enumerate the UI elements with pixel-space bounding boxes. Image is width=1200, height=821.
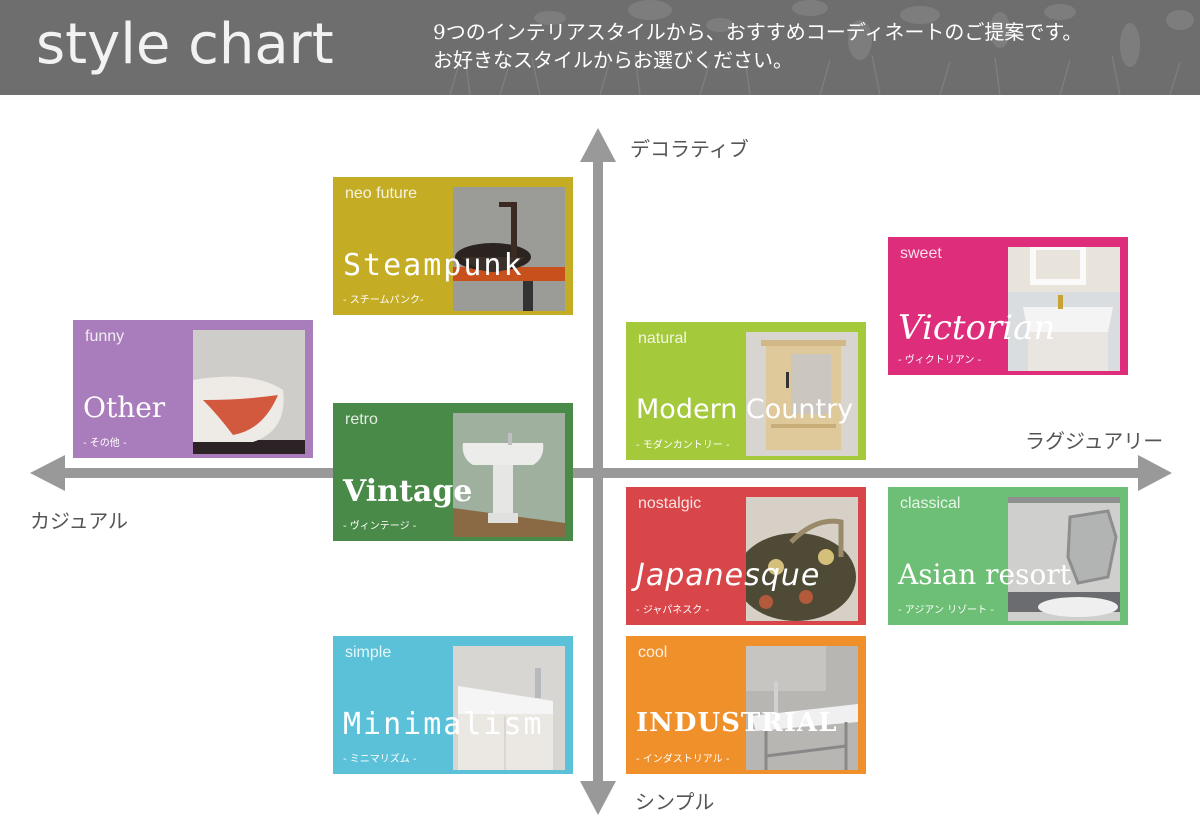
card-title: Modern Country bbox=[636, 394, 854, 425]
arrow-right-icon bbox=[1138, 455, 1172, 491]
card-kana: - ヴィンテージ - bbox=[343, 521, 417, 532]
card-subtitle: cool bbox=[638, 644, 668, 661]
style-card-modern-country[interactable]: natural Modern Country - モダンカントリー - bbox=[626, 322, 866, 460]
card-title: Japanesque bbox=[636, 558, 821, 593]
card-title: Steampunk bbox=[343, 248, 524, 283]
card-kana: - インダストリアル - bbox=[636, 754, 730, 765]
card-kana: - ミニマリズム - bbox=[343, 754, 417, 765]
card-subtitle: sweet bbox=[900, 245, 942, 262]
card-subtitle: simple bbox=[345, 644, 392, 661]
card-title: Vintage bbox=[343, 474, 473, 509]
card-kana: - アジアン リゾート - bbox=[898, 605, 994, 616]
style-card-victorian[interactable]: sweet Victorian - ヴィクトリアン - bbox=[888, 237, 1128, 375]
card-title: Victorian bbox=[898, 308, 1056, 348]
card-title: Minimalism bbox=[343, 707, 544, 742]
axis-label-right: ラグジュアリー bbox=[1025, 429, 1164, 453]
style-card-asian-resort[interactable]: classical Asian resort - アジアン リゾート - bbox=[888, 487, 1128, 625]
card-subtitle: nostalgic bbox=[638, 495, 702, 512]
card-subtitle: natural bbox=[638, 330, 687, 347]
card-kana: - ジャパネスク - bbox=[636, 605, 710, 616]
card-kana: - ヴィクトリアン - bbox=[898, 355, 982, 366]
photo-other bbox=[193, 330, 305, 454]
horizontal-axis-line bbox=[60, 468, 1145, 478]
card-title: INDUSTRIAL bbox=[636, 708, 838, 738]
style-card-vintage[interactable]: retro Vintage - ヴィンテージ - bbox=[333, 403, 573, 541]
card-title: Other bbox=[83, 391, 166, 424]
axis-label-top: デコラティブ bbox=[630, 137, 749, 161]
style-card-japanesque[interactable]: nostalgic Japanesque - ジャパネスク - bbox=[626, 487, 866, 625]
card-subtitle: neo future bbox=[345, 185, 418, 202]
style-card-steampunk[interactable]: neo future Steampunk - スチームパンク- bbox=[333, 177, 573, 315]
axis-label-bottom: シンプル bbox=[635, 790, 715, 814]
style-card-other[interactable]: funny Other - その他 - bbox=[73, 320, 313, 458]
card-kana: - その他 - bbox=[83, 438, 127, 449]
axis-label-left: カジュアル bbox=[30, 509, 128, 533]
style-card-industrial[interactable]: cool INDUSTRIAL - インダストリアル - bbox=[626, 636, 866, 774]
card-subtitle: funny bbox=[85, 328, 125, 345]
arrow-down-icon bbox=[580, 781, 616, 815]
card-title: Asian resort bbox=[898, 558, 1071, 591]
card-subtitle: retro bbox=[345, 411, 378, 428]
style-card-minimalism[interactable]: simple Minimalism - ミニマリズム - bbox=[333, 636, 573, 774]
arrow-left-icon bbox=[30, 455, 65, 491]
card-kana: - スチームパンク- bbox=[343, 295, 424, 306]
card-kana: - モダンカントリー - bbox=[636, 440, 730, 451]
card-subtitle: classical bbox=[900, 495, 961, 512]
arrow-up-icon bbox=[580, 128, 616, 162]
